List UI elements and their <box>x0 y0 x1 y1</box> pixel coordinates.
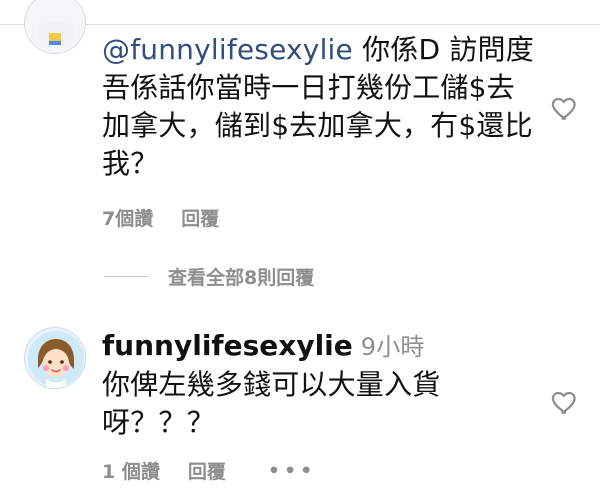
reply-button[interactable]: 回覆 <box>181 204 219 231</box>
comment-meta: 1 個讚 回覆 ••• <box>102 457 316 484</box>
comment-meta: 7個讚 回覆 <box>102 204 219 231</box>
view-replies-line <box>104 275 148 277</box>
avatar[interactable] <box>24 327 86 389</box>
comment-text: @funnylifesexylie 你係D 訪問度吾係話你當時一日打幾份工儲$去… <box>102 31 540 183</box>
view-replies-button[interactable]: 查看全部8則回覆 <box>104 264 315 289</box>
like-count[interactable]: 7個讚 <box>102 204 153 231</box>
heart-icon[interactable] <box>550 93 580 123</box>
more-icon[interactable]: ••• <box>268 460 316 482</box>
comment-time: 9小時 <box>360 333 425 361</box>
avatar-image <box>25 328 85 388</box>
comment-username[interactable]: funnylifesexylie <box>102 329 353 362</box>
comment-text: funnylifesexylie 9小時你俾左幾多錢可以大量入貨呀？？？ <box>102 327 540 442</box>
heart-icon[interactable] <box>550 387 580 417</box>
avatar-image <box>25 0 85 53</box>
like-count[interactable]: 1 個讚 <box>102 457 160 484</box>
reply-button[interactable]: 回覆 <box>188 457 226 484</box>
view-replies-label: 查看全部8則回覆 <box>168 266 315 289</box>
avatar[interactable] <box>24 0 86 54</box>
comment-body: 你俾左幾多錢可以大量入貨呀？？？ <box>102 368 441 439</box>
mention-link[interactable]: @funnylifesexylie <box>102 33 353 66</box>
top-divider <box>0 24 600 25</box>
